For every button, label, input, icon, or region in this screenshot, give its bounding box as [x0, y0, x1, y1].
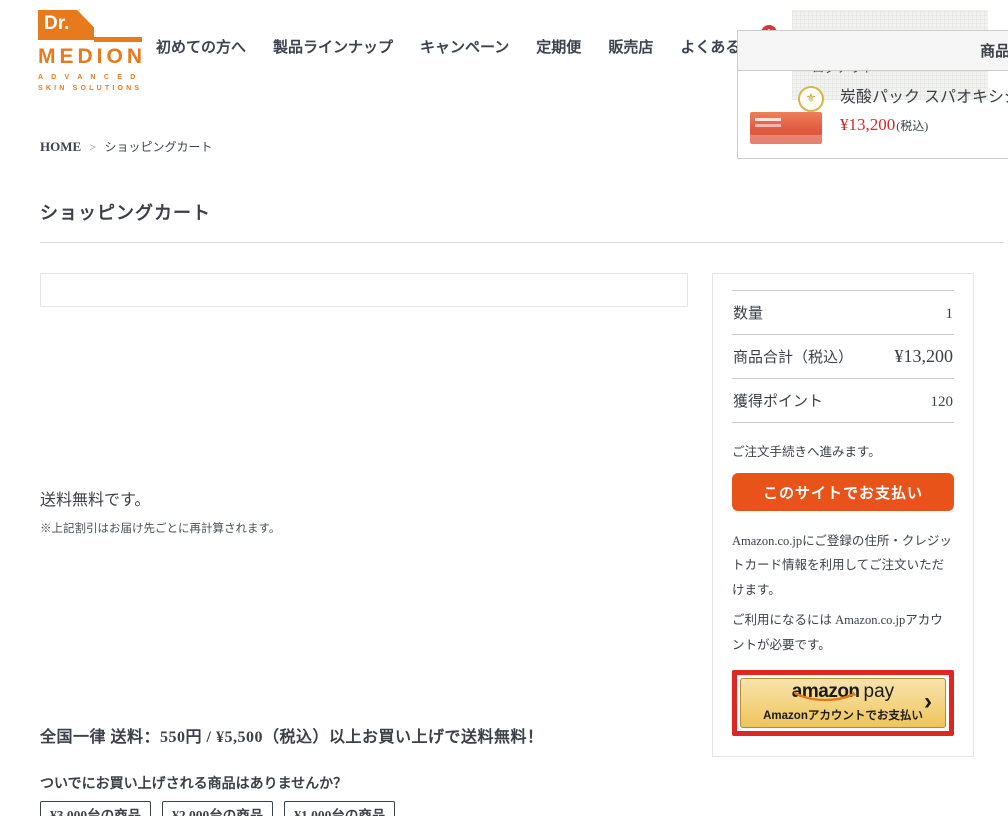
- logo-medion-text: MEDION: [38, 45, 148, 69]
- logo-dr-mark: Dr.: [38, 10, 148, 42]
- product-image[interactable]: [750, 86, 826, 144]
- medal-icon: [798, 86, 824, 112]
- col-header-product-name: 商品名: [738, 31, 1008, 71]
- nav-item-first-time[interactable]: 初めての方へ: [156, 36, 246, 57]
- upsell-1000-button[interactable]: ¥1,000台の商品: [284, 801, 395, 816]
- pay-logo-text: pay: [864, 681, 895, 702]
- cart-table: 商品名 数量 小計 ポイント 炭酸パック スパオキシジェル10回分 ¥1: [737, 30, 1008, 159]
- upsell-2000-button[interactable]: ¥2,000台の商品: [162, 801, 273, 816]
- upsell-question: ついでにお買い上げされる商品はありませんか？: [40, 773, 1008, 793]
- shipping-banner: 全国一律 送料：550円 / ¥5,500（税込）以上お買い上げで送料無料！: [40, 723, 1008, 747]
- upsell-button-row: ¥3,000台の商品 ¥2,000台の商品 ¥1,000台の商品: [40, 801, 1008, 816]
- brand-logo[interactable]: Dr. MEDION A D V A N C E D SKIN SOLUTION…: [38, 10, 148, 94]
- cart-table-header-row: 商品名 数量 小計 ポイント: [738, 31, 1008, 71]
- price-tax-note: (税込): [896, 119, 928, 133]
- amazon-note-1: Amazon.co.jpにご登録の住所・クレジットカード情報を利用してご注文いた…: [732, 529, 954, 602]
- summary-quantity-label: 数量: [733, 302, 763, 323]
- page-title: ショッピングカート: [40, 199, 1008, 225]
- amazon-pay-button[interactable]: amazonpay Amazonアカウントでお支払い ›: [740, 678, 946, 728]
- nav-item-lineup[interactable]: 製品ラインナップ: [273, 36, 393, 57]
- cart-item-row: 炭酸パック スパオキシジェル10回分 ¥13,200(税込) ¥13,200 1…: [738, 71, 1008, 159]
- summary-total-label: 商品合計（税込）: [733, 346, 853, 367]
- logo-bar: [94, 37, 142, 42]
- recalc-note: ※上記割引はお届け先ごとに再計算されます。: [40, 520, 280, 536]
- summary-row-total: 商品合計（税込） ¥13,200: [732, 335, 954, 379]
- amazon-note-2: ご利用になるには Amazon.co.jpアカウントが必要です。: [732, 608, 954, 657]
- amazon-pay-logo: amazonpay: [792, 682, 894, 701]
- free-shipping-note: 送料無料です。: [40, 486, 280, 510]
- logo-dr-text: Dr.: [38, 10, 94, 40]
- product-cell: 炭酸パック スパオキシジェル10回分 ¥13,200(税込): [738, 71, 1008, 159]
- title-divider: [40, 242, 1004, 243]
- product-name-link[interactable]: 炭酸パック スパオキシジェル10回分: [840, 86, 1008, 111]
- amazon-pay-caption: Amazonアカウントでお支払い: [763, 707, 923, 723]
- proceed-note: ご注文手続きへ進みます。: [732, 441, 954, 460]
- site-checkout-button[interactable]: このサイトでお支払い: [732, 473, 954, 511]
- nav-item-stores[interactable]: 販売店: [608, 36, 653, 57]
- product-box-graphic: [750, 112, 822, 144]
- breadcrumb-current: ショッピングカート: [104, 140, 212, 154]
- summary-row-quantity: 数量 1: [732, 290, 954, 335]
- nav-item-campaign[interactable]: キャンペーン: [420, 36, 509, 57]
- product-price: ¥13,200(税込): [840, 112, 1008, 138]
- order-summary-panel: 数量 1 商品合計（税込） ¥13,200 獲得ポイント 120 ご注文手続きへ…: [712, 273, 974, 757]
- amazon-smile-icon: [793, 690, 859, 706]
- summary-points-value: 120: [931, 394, 954, 411]
- cart-panel: 商品名 数量 小計 ポイント 炭酸パック スパオキシジェル10回分 ¥1: [40, 273, 688, 307]
- summary-points-label: 獲得ポイント: [733, 390, 823, 411]
- upsell-3000-button[interactable]: ¥3,000台の商品: [40, 801, 151, 816]
- chevron-right-icon: ›: [924, 688, 932, 716]
- main-nav: 初めての方へ 製品ラインナップ キャンペーン 定期便 販売店 よくあるご質問: [156, 36, 785, 57]
- summary-row-points: 獲得ポイント 120: [732, 379, 954, 423]
- nav-item-subscription[interactable]: 定期便: [536, 36, 581, 57]
- logo-subtitle: A D V A N C E D SKIN SOLUTIONS: [38, 73, 148, 94]
- logo-sub-line2: SKIN SOLUTIONS: [38, 84, 148, 95]
- price-amount: ¥13,200: [840, 115, 895, 134]
- logo-sub-line1: A D V A N C E D: [38, 73, 148, 84]
- summary-total-value: ¥13,200: [895, 346, 954, 367]
- breadcrumb-home-link[interactable]: HOME: [40, 139, 81, 154]
- breadcrumb-separator: >: [89, 140, 96, 154]
- summary-quantity-value: 1: [946, 306, 954, 323]
